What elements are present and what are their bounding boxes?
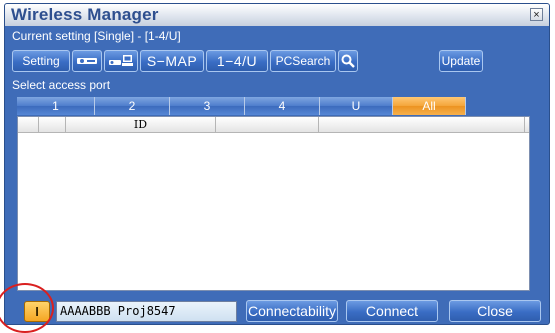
tab-port-4[interactable]: 4: [245, 97, 320, 115]
close-icon[interactable]: ×: [530, 8, 543, 21]
title-bar: Wireless Manager ×: [5, 4, 549, 26]
tab-port-2[interactable]: 2: [95, 97, 170, 115]
column-header-id[interactable]: ID: [66, 117, 216, 133]
column-header-5[interactable]: [319, 117, 525, 133]
column-header-4[interactable]: [216, 117, 319, 133]
column-header-icon[interactable]: [39, 117, 66, 133]
projector-button[interactable]: [72, 50, 102, 72]
smap-button[interactable]: S−MAP: [140, 50, 204, 72]
tab-port-1[interactable]: 1: [17, 97, 95, 115]
projector-list[interactable]: ID: [17, 116, 530, 291]
setting-button[interactable]: Setting: [12, 50, 70, 72]
projector-id-field[interactable]: AAAABBB Proj8547: [56, 301, 237, 322]
projector-pc-icon: [105, 54, 137, 68]
update-button[interactable]: Update: [439, 50, 483, 72]
close-button[interactable]: Close: [449, 300, 541, 322]
projector-pc-button[interactable]: [104, 50, 138, 72]
connect-button[interactable]: Connect: [346, 300, 438, 322]
id-entry-button[interactable]: I: [24, 301, 50, 322]
select-access-port-label: Select access port: [12, 78, 111, 92]
wireless-manager-window: Wireless Manager × Current setting [Sing…: [4, 3, 550, 325]
current-setting-text: Current setting [Single] - [1-4/U]: [12, 29, 181, 43]
magnifier-icon: [339, 54, 357, 68]
connectability-button[interactable]: Connectability: [246, 300, 338, 322]
pcsearch-button[interactable]: PCSearch: [270, 50, 336, 72]
projector-icon: [73, 54, 101, 67]
tab-port-u[interactable]: U: [320, 97, 393, 115]
range-1-4u-button[interactable]: 1−4/U: [206, 50, 268, 72]
tab-port-all[interactable]: All: [393, 97, 466, 115]
column-header-6[interactable]: [525, 117, 529, 133]
search-button[interactable]: [338, 50, 358, 72]
tab-port-3[interactable]: 3: [170, 97, 245, 115]
access-port-tabs: 1 2 3 4 U All: [17, 97, 530, 115]
column-header-select[interactable]: [18, 117, 39, 133]
window-title: Wireless Manager: [11, 5, 159, 24]
